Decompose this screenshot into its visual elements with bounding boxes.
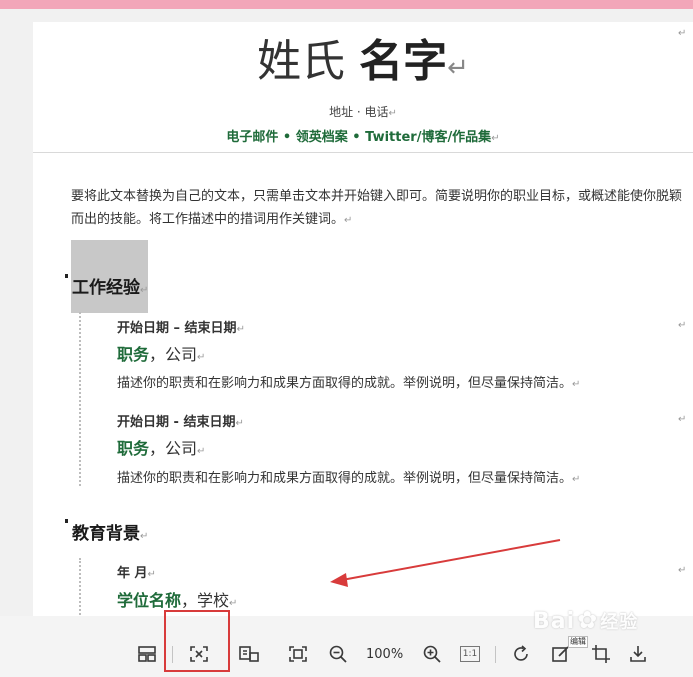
layout-icon[interactable]	[134, 642, 160, 666]
zoom-level[interactable]: 100%	[366, 647, 403, 662]
watermark-brand: Bai	[533, 609, 576, 634]
text-extract-icon[interactable]	[236, 642, 262, 666]
actual-size-label: 1:1	[459, 646, 481, 662]
tooltip: 编辑	[568, 636, 588, 648]
toolbar-separator	[495, 646, 496, 663]
actual-size-icon[interactable]: 1:1	[457, 642, 483, 666]
rotate-icon[interactable]	[508, 642, 534, 666]
fit-screen-icon[interactable]	[285, 642, 311, 666]
zoom-out-icon[interactable]	[325, 642, 351, 666]
download-icon[interactable]	[625, 642, 651, 666]
paw-icon: ✿	[577, 606, 599, 634]
highlight-box	[164, 610, 230, 672]
crop-icon[interactable]	[588, 642, 614, 666]
zoom-in-icon[interactable]	[419, 642, 445, 666]
annotation-arrow	[330, 539, 561, 587]
watermark: Bai✿ 经验	[533, 606, 638, 634]
watermark-tail: 经验	[600, 612, 639, 633]
